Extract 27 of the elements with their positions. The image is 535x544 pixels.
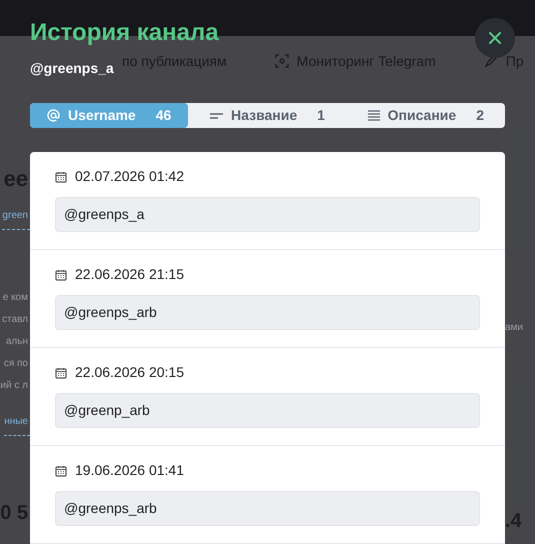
body-text: ами	[505, 321, 524, 335]
calendar-icon	[55, 170, 67, 182]
calendar-icon	[55, 268, 67, 280]
body-text: ий с л	[0, 379, 29, 393]
short-lines-icon	[210, 112, 224, 120]
change-date: 22.06.2026 20:15	[75, 363, 184, 382]
body-text: ся по	[4, 357, 29, 371]
username-value: @greenps_arb	[55, 295, 480, 330]
modal-title: История канала	[30, 18, 219, 48]
history-tab[interactable]: Описание 2	[346, 103, 505, 128]
username-value: @greenps_arb	[55, 491, 480, 526]
at-icon	[47, 109, 60, 122]
history-tab[interactable]: Название 1	[188, 103, 347, 128]
channel-handle: @greenps_a	[30, 59, 114, 78]
calendar-icon	[55, 366, 67, 378]
username-value: @greenp_arb	[55, 393, 480, 428]
change-date: 02.07.2026 01:42	[75, 167, 184, 186]
username-value: @greenps_a	[55, 197, 480, 232]
calendar-icon	[55, 464, 67, 476]
change-date: 22.06.2026 21:15	[75, 265, 184, 284]
body-text: е ком	[2, 291, 29, 305]
body-text: ставл	[2, 313, 29, 327]
close-icon	[489, 32, 501, 44]
body-text: альн	[6, 335, 29, 349]
change-date: 19.06.2026 01:41	[75, 461, 184, 480]
text-lines-icon	[368, 110, 380, 121]
history-tab[interactable]: Username 46	[30, 103, 188, 128]
